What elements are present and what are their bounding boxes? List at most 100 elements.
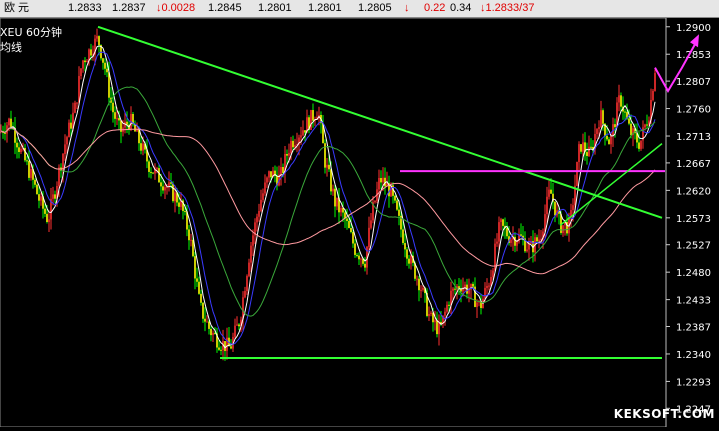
candle-body [420, 289, 422, 291]
price-chart[interactable]: 1.2900 1.2853 1.2807 1.2760 1.2713 1.2667 1.26… [0, 17, 719, 428]
candle-body [510, 239, 512, 243]
candle-body [118, 118, 120, 121]
candle-body [354, 243, 356, 255]
candle-body [580, 144, 582, 152]
candle-body [280, 167, 282, 175]
candle-body [576, 162, 578, 186]
candle-body [548, 189, 550, 197]
quote-bar: 欧 元 1.2833 1.2837 ↓0.0028 1.2845 1.2801 … [0, 0, 719, 18]
candle-body [264, 182, 266, 194]
candle-body [654, 73, 656, 91]
candle-body [220, 349, 222, 351]
candle-body [96, 36, 98, 39]
candle-body [368, 227, 370, 247]
candle-body [82, 60, 84, 69]
candle-body [160, 182, 162, 187]
price-tick-label: 1.2480 [676, 268, 711, 279]
candle-body [336, 197, 338, 207]
candle-body [30, 169, 32, 178]
candle-body [102, 58, 104, 63]
candle-body [300, 135, 302, 138]
candle-body [536, 237, 538, 242]
candle-body [406, 249, 408, 259]
price-tick-label: 1.2900 [676, 23, 711, 34]
candle-body [202, 302, 204, 319]
candle-body [54, 194, 56, 199]
change-percent: 0.22 [424, 2, 446, 14]
candle-body [572, 205, 574, 211]
candle-body [370, 220, 372, 228]
candle-body [234, 325, 236, 338]
candle-body [178, 202, 180, 207]
candle-body [348, 221, 350, 228]
candle-body [104, 62, 106, 69]
candle-body [328, 164, 330, 170]
candle-body [260, 199, 262, 212]
candle-body [236, 324, 238, 326]
candle-body [268, 171, 270, 178]
candle-body [66, 137, 68, 145]
candle-body [170, 182, 172, 184]
candle-body [4, 132, 6, 134]
candle-body [290, 140, 292, 153]
candle-body [312, 110, 314, 121]
candle-body [520, 234, 522, 236]
candle-body [172, 183, 174, 202]
candle-body [550, 189, 552, 194]
candle-body [356, 254, 358, 256]
candle-body [438, 321, 440, 335]
candle-body [152, 172, 154, 174]
candle-body [230, 346, 232, 349]
candle-body [380, 178, 382, 183]
watermark: KEKSOFT.COM [613, 407, 715, 421]
candle-body [606, 135, 608, 140]
candle-body [422, 287, 424, 290]
candle-body [248, 262, 250, 277]
price-tick-label: 1.2340 [676, 350, 711, 361]
price-tick-label: 1.2293 [676, 377, 711, 388]
last-price: 1.2833 [68, 2, 102, 14]
candle-body [408, 258, 410, 264]
symbol-period-label: XEU 60分钟 [0, 26, 63, 39]
candle-body [206, 321, 208, 323]
candle-body [16, 142, 18, 148]
candle-body [546, 196, 548, 215]
candle-body [598, 127, 600, 130]
candle-body [454, 288, 456, 290]
candle-body [526, 249, 528, 252]
candle-body [618, 95, 620, 103]
instrument-name: 欧 元 [4, 2, 30, 14]
candle-body [68, 122, 70, 138]
candle-body [26, 160, 28, 162]
candle-body [506, 228, 508, 237]
candle-body [106, 68, 108, 73]
candle-body [468, 289, 470, 294]
candle-body [282, 167, 284, 173]
candle-body [28, 161, 30, 178]
candle-body [218, 347, 220, 350]
candle-body [586, 152, 588, 156]
candle-body [250, 245, 252, 263]
candle-body [588, 146, 590, 156]
candle-body [208, 321, 210, 329]
candle-body [174, 192, 176, 202]
candle-body [200, 293, 202, 303]
candle-body [446, 304, 448, 312]
candle-body [266, 177, 268, 183]
candle-body [262, 193, 264, 200]
candle-body [596, 129, 598, 135]
candle-body [608, 139, 610, 145]
price-tick-label: 1.2573 [676, 214, 711, 225]
open-price: 1.2837 [112, 2, 146, 14]
candle-body [114, 112, 116, 119]
candle-body [600, 110, 602, 128]
candle-body [628, 118, 630, 124]
price-tick-label: 1.2433 [676, 296, 711, 307]
candle-body [98, 36, 100, 46]
candle-body [84, 60, 86, 63]
candle-body [620, 95, 622, 107]
candlestick-chart[interactable]: 1.2900 1.2853 1.2807 1.2760 1.2713 1.2667 1.26… [0, 17, 719, 428]
change-value: ↓0.0028 [156, 2, 196, 14]
price-tick-label: 1.2527 [676, 241, 711, 252]
candle-body [436, 320, 438, 335]
